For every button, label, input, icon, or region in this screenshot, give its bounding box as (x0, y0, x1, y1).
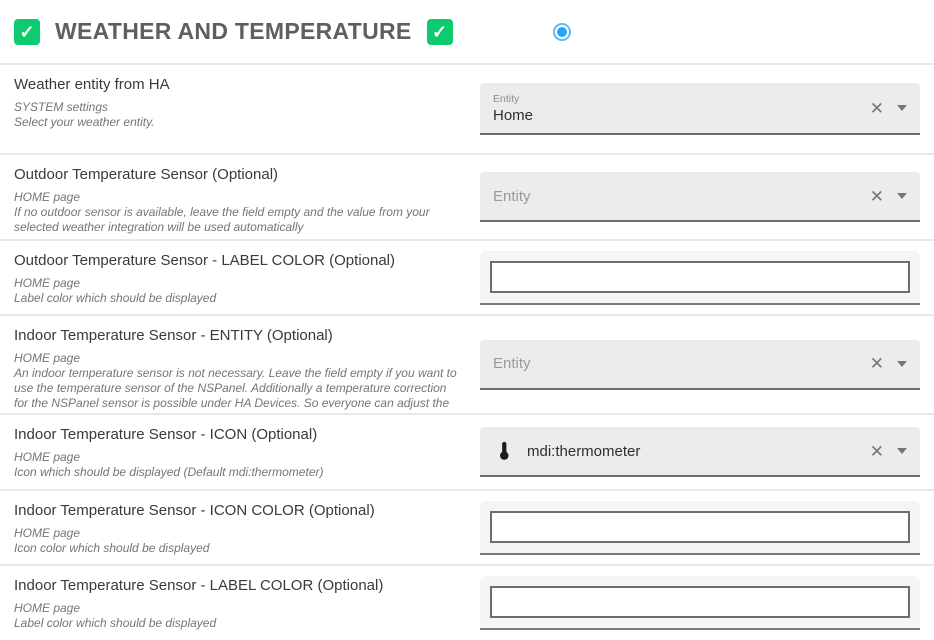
row-subtitle: HOME page (14, 190, 460, 205)
row-subtitle: HOME page (14, 276, 460, 291)
row-subtitle: SYSTEM settings (14, 100, 460, 115)
section-secondary-checkbox[interactable]: ✓ (427, 19, 453, 45)
section-title: WEATHER AND TEMPERATURE (55, 18, 412, 45)
row-title: Outdoor Temperature Sensor - LABEL COLOR… (14, 252, 460, 269)
settings-page: ✓ WEATHER AND TEMPERATURE ✓ Weather enti… (0, 0, 934, 640)
checkmark-icon: ✓ (19, 23, 34, 41)
radio-dot-icon (557, 27, 567, 37)
select-field-label: Entity (493, 93, 533, 105)
row-description: Icon color which should be displayed (14, 541, 460, 556)
weather-entity-select[interactable]: Entity Home ✕ (480, 83, 920, 135)
row-title: Weather entity from HA (14, 76, 460, 93)
indoor-label-color-field (480, 576, 920, 630)
clear-icon[interactable]: ✕ (870, 100, 884, 117)
setting-row-indoor-icon: Indoor Temperature Sensor - ICON (Option… (0, 413, 934, 489)
select-field-value: Home (493, 107, 533, 124)
clear-icon[interactable]: ✕ (870, 188, 884, 205)
setting-row-indoor-label-color: Indoor Temperature Sensor - LABEL COLOR … (0, 564, 934, 640)
select-field-value: mdi:thermometer (527, 443, 640, 460)
row-title: Indoor Temperature Sensor - ICON COLOR (… (14, 502, 460, 519)
outdoor-temp-entity-select[interactable]: Entity ✕ (480, 172, 920, 222)
row-description: Label color which should be displayed (14, 616, 460, 631)
section-header: ✓ WEATHER AND TEMPERATURE ✓ (0, 0, 934, 63)
row-title: Indoor Temperature Sensor - ENTITY (Opti… (14, 327, 460, 344)
chevron-down-icon[interactable] (897, 448, 907, 454)
indoor-icon-color-input[interactable] (490, 511, 910, 543)
indoor-icon-select[interactable]: mdi:thermometer ✕ (480, 427, 920, 477)
row-description: Select your weather entity. (14, 115, 460, 130)
row-description: If no outdoor sensor is available, leave… (14, 205, 460, 235)
row-subtitle: HOME page (14, 601, 460, 616)
section-enable-checkbox[interactable]: ✓ (14, 19, 40, 45)
row-title: Indoor Temperature Sensor - ICON (Option… (14, 426, 460, 443)
row-description: Icon which should be displayed (Default … (14, 465, 460, 480)
indoor-label-color-input[interactable] (490, 586, 910, 618)
chevron-down-icon[interactable] (897, 193, 907, 199)
clear-icon[interactable]: ✕ (870, 443, 884, 460)
row-title: Indoor Temperature Sensor - LABEL COLOR … (14, 577, 460, 594)
row-title: Outdoor Temperature Sensor (Optional) (14, 166, 460, 183)
setting-row-weather-entity: Weather entity from HA SYSTEM settings S… (0, 63, 934, 153)
chevron-down-icon[interactable] (897, 105, 907, 111)
chevron-down-icon[interactable] (897, 361, 907, 367)
outdoor-label-color-input[interactable] (490, 261, 910, 293)
clear-icon[interactable]: ✕ (870, 355, 884, 372)
indoor-icon-color-field (480, 501, 920, 555)
setting-row-indoor-icon-color: Indoor Temperature Sensor - ICON COLOR (… (0, 489, 934, 564)
row-subtitle: HOME page (14, 526, 460, 541)
indoor-temp-entity-select[interactable]: Entity ✕ (480, 340, 920, 390)
outdoor-label-color-field (480, 251, 920, 305)
select-placeholder: Entity (493, 188, 531, 205)
section-radio-button[interactable] (553, 23, 571, 41)
setting-row-outdoor-temp-entity: Outdoor Temperature Sensor (Optional) HO… (0, 153, 934, 239)
row-description: Label color which should be displayed (14, 291, 460, 306)
row-subtitle: HOME page (14, 351, 460, 366)
checkmark-icon: ✓ (432, 23, 447, 41)
row-subtitle: HOME page (14, 450, 460, 465)
setting-row-indoor-temp-entity: Indoor Temperature Sensor - ENTITY (Opti… (0, 314, 934, 413)
setting-row-outdoor-label-color: Outdoor Temperature Sensor - LABEL COLOR… (0, 239, 934, 314)
select-placeholder: Entity (493, 355, 531, 372)
thermometer-icon (493, 440, 515, 462)
